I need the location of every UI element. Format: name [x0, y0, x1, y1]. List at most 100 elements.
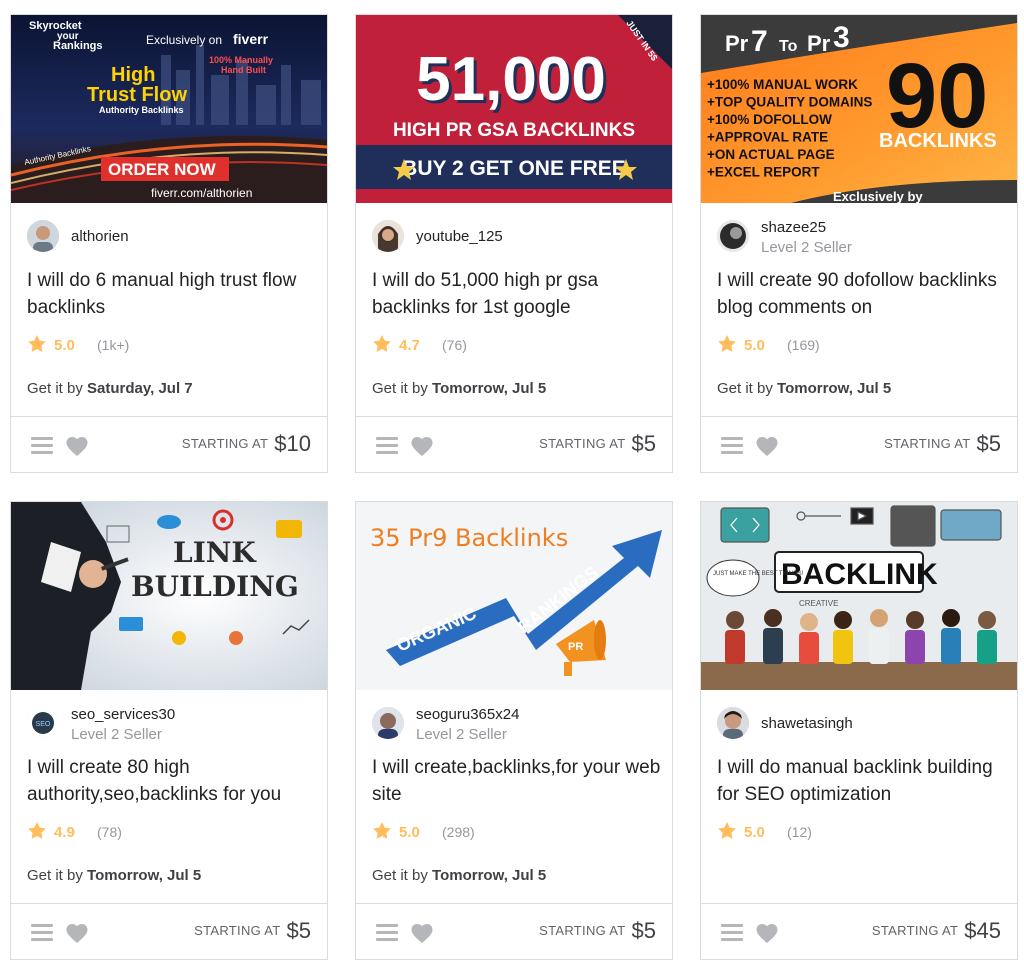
svg-text:BACKLINKS: BACKLINKS — [879, 130, 997, 152]
seller-avatar[interactable] — [372, 220, 404, 252]
seller-avatar[interactable] — [372, 707, 404, 739]
seller-name[interactable]: shawetasingh — [761, 715, 853, 732]
svg-text:Rankings: Rankings — [53, 40, 103, 52]
delivery-date: Tomorrow, Jul 5 — [87, 867, 202, 884]
card-footer: STARTING AT $5 — [701, 416, 1017, 472]
gig-rating: 5.0 (298) — [372, 820, 572, 844]
svg-text:HIGH PR GSA BACKLINKS: HIGH PR GSA BACKLINKS — [393, 120, 635, 141]
gig-thumbnail[interactable]: JUST IN 5$ 51,000 51,000 HIGH PR GSA BAC… — [356, 15, 672, 203]
collections-menu-icon[interactable] — [31, 437, 53, 455]
card-footer: STARTING AT $5 — [11, 903, 327, 959]
seller-info: SEO seo_services30 Level 2 Seller — [27, 706, 317, 743]
gig-title[interactable]: I will do manual backlink building for S… — [717, 754, 1007, 808]
rating-count: (169) — [787, 337, 820, 353]
starting-at-label: STARTING AT — [884, 436, 971, 451]
seller-avatar[interactable]: SEO — [27, 707, 59, 739]
price-block[interactable]: STARTING AT $5 — [884, 431, 1001, 461]
star-icon — [372, 821, 392, 841]
image-list-item: +100% DOFOLLOW — [707, 112, 832, 127]
gig-title[interactable]: I will create 90 dofollow backlinks blog… — [717, 267, 1007, 321]
svg-text:CREATIVE: CREATIVE — [799, 599, 838, 608]
seller-name[interactable]: seoguru365x24 — [416, 706, 519, 723]
svg-text:Pr: Pr — [725, 31, 749, 56]
seller-info: seoguru365x24 Level 2 Seller — [372, 706, 662, 743]
rating-value: 4.9 — [54, 824, 75, 841]
delivery-info: Get it by Tomorrow, Jul 5 — [717, 380, 891, 397]
svg-text:Pr: Pr — [807, 31, 831, 56]
gig-title[interactable]: I will do 6 manual high trust flow backl… — [27, 267, 317, 321]
seller-name[interactable]: youtube_125 — [416, 228, 503, 245]
gig-thumbnail[interactable]: Skyrocket your Rankings Exclusively on f… — [11, 15, 327, 203]
delivery-info: Get it by Tomorrow, Jul 5 — [372, 380, 546, 397]
gig-rating: 4.9 (78) — [27, 820, 227, 844]
heart-icon[interactable] — [755, 435, 779, 457]
price-block[interactable]: STARTING AT $10 — [182, 431, 311, 461]
collections-menu-icon[interactable] — [31, 924, 53, 942]
price: $5 — [631, 431, 656, 456]
price-block[interactable]: STARTING AT $5 — [194, 918, 311, 948]
price: $5 — [631, 918, 656, 943]
seller-level: Level 2 Seller — [71, 726, 162, 743]
rating-count: (1k+) — [97, 337, 130, 353]
gig-card[interactable]: LINK BUILDING SEO seo_services30 Level 2… — [10, 501, 328, 960]
gig-thumbnail[interactable]: Pr 7 To Pr 3 90 BACKLINKS +100% MANUAL W… — [701, 15, 1017, 203]
gig-rating: 5.0 (1k+) — [27, 333, 227, 357]
delivery-label: Get it by — [717, 380, 773, 397]
gig-title[interactable]: I will create 80 high authority,seo,back… — [27, 754, 317, 808]
heart-icon[interactable] — [410, 435, 434, 457]
gig-image-90-backlinks: Pr 7 To Pr 3 90 BACKLINKS +100% MANUAL W… — [701, 15, 1017, 203]
gig-card[interactable]: BACKLINK JUST MAKE THE BEST THINGS! CREA… — [700, 501, 1018, 960]
seller-info: althorien — [27, 220, 317, 254]
gig-image-51000-gsa: JUST IN 5$ 51,000 51,000 HIGH PR GSA BAC… — [356, 15, 672, 203]
collections-menu-icon[interactable] — [376, 437, 398, 455]
svg-text:LINK: LINK — [173, 536, 257, 569]
svg-text:Exclusively on: Exclusively on — [146, 33, 222, 47]
svg-text:JUST MAKE THE BEST THINGS!: JUST MAKE THE BEST THINGS! — [713, 571, 804, 577]
rating-value: 5.0 — [399, 824, 420, 841]
heart-icon[interactable] — [65, 435, 89, 457]
seller-name[interactable]: shazee25 — [761, 219, 826, 236]
svg-text:35 Pr9 Backlinks: 35 Pr9 Backlinks — [370, 524, 568, 552]
image-list-item: +TOP QUALITY DOMAINS — [707, 95, 872, 110]
svg-text:100% Manually: 100% Manually — [209, 55, 273, 65]
seller-avatar[interactable] — [27, 220, 59, 252]
card-footer: STARTING AT $10 — [11, 416, 327, 472]
collections-menu-icon[interactable] — [376, 924, 398, 942]
card-footer: STARTING AT $45 — [701, 903, 1017, 959]
svg-text:Exclusively by: Exclusively by — [833, 189, 923, 203]
collections-menu-icon[interactable] — [721, 437, 743, 455]
collections-menu-icon[interactable] — [721, 924, 743, 942]
delivery-date: Saturday, Jul 7 — [87, 380, 193, 397]
delivery-label: Get it by — [372, 380, 428, 397]
svg-text:fiverr.com/althorien: fiverr.com/althorien — [151, 186, 252, 200]
svg-text:3: 3 — [833, 21, 850, 54]
gig-thumbnail[interactable]: 35 Pr9 Backlinks ORGANIC RANKINGS PR — [356, 502, 672, 690]
gig-card[interactable]: Skyrocket your Rankings Exclusively on f… — [10, 14, 328, 473]
seller-avatar[interactable] — [717, 707, 749, 739]
seller-avatar[interactable] — [717, 220, 749, 252]
seller-name[interactable]: seo_services30 — [71, 706, 175, 723]
gig-title[interactable]: I will do 51,000 high pr gsa backlinks f… — [372, 267, 662, 321]
delivery-date: Tomorrow, Jul 5 — [432, 867, 547, 884]
gig-card[interactable]: JUST IN 5$ 51,000 51,000 HIGH PR GSA BAC… — [355, 14, 673, 473]
image-list-item: +ON ACTUAL PAGE — [707, 147, 835, 162]
gig-card[interactable]: 35 Pr9 Backlinks ORGANIC RANKINGS PR seo… — [355, 501, 673, 960]
seller-name[interactable]: althorien — [71, 228, 129, 245]
gig-thumbnail[interactable]: BACKLINK JUST MAKE THE BEST THINGS! CREA… — [701, 502, 1017, 690]
star-icon — [27, 821, 47, 841]
gig-thumbnail[interactable]: LINK BUILDING — [11, 502, 327, 690]
starting-at-label: STARTING AT — [181, 436, 269, 451]
price-block[interactable]: STARTING AT $5 — [539, 431, 656, 461]
price: $45 — [964, 918, 1001, 943]
price: $5 — [286, 918, 311, 943]
heart-icon[interactable] — [755, 922, 779, 944]
heart-icon[interactable] — [65, 922, 89, 944]
heart-icon[interactable] — [410, 922, 434, 944]
gig-card[interactable]: Pr 7 To Pr 3 90 BACKLINKS +100% MANUAL W… — [700, 14, 1018, 473]
delivery-date: Tomorrow, Jul 5 — [432, 380, 547, 397]
rating-count: (76) — [442, 337, 467, 353]
rating-value: 5.0 — [744, 824, 765, 841]
gig-title[interactable]: I will create,backlinks,for your web sit… — [372, 754, 662, 808]
price-block[interactable]: STARTING AT $45 — [872, 918, 1001, 948]
price-block[interactable]: STARTING AT $5 — [539, 918, 656, 948]
